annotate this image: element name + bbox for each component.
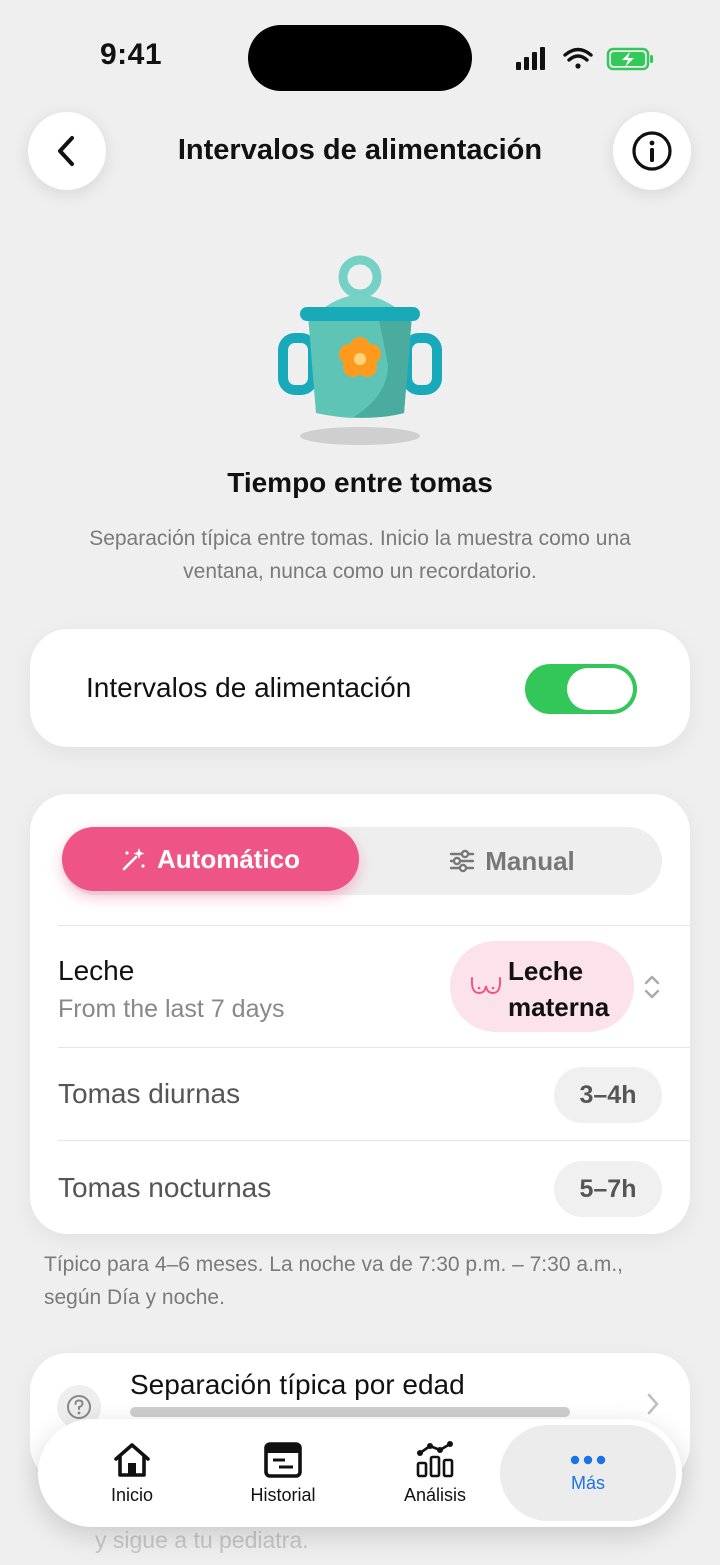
age-card-peek-text: y sigue a tu pediatra. <box>95 1527 309 1553</box>
tab-bar: Inicio Historial Análisis Más <box>38 1419 682 1527</box>
age-card-subtitle-peek <box>130 1407 570 1417</box>
tab-analisis-label: Análisis <box>403 1484 467 1505</box>
day-feeds-value[interactable]: 3–4h <box>554 1067 662 1123</box>
tab-historial[interactable]: Historial <box>213 1419 353 1527</box>
tab-mas[interactable]: Más <box>500 1425 676 1521</box>
toggle-card: Intervalos de alimentación <box>30 629 690 747</box>
day-feeds-label: Tomas diurnas <box>58 1078 241 1109</box>
tab-historial-label: Historial <box>250 1484 316 1505</box>
toggle-knob <box>567 668 633 710</box>
chevron-updown-icon <box>644 975 660 999</box>
sippy-cup-illustration <box>278 255 442 445</box>
sliders-icon <box>450 849 475 873</box>
night-window-note: Típico para 4–6 meses. La noche va de 7:… <box>44 1253 624 1309</box>
section-description: Separación típica entre tomas. Inicio la… <box>89 527 631 583</box>
milk-row-title: Leche <box>58 955 135 986</box>
intervals-toggle[interactable] <box>525 664 637 714</box>
magic-wand-icon <box>122 848 145 871</box>
wifi-icon <box>563 47 593 69</box>
milk-row-subtitle: From the last 7 days <box>58 995 285 1023</box>
tab-inicio-label: Inicio <box>110 1484 154 1505</box>
toggle-label: Intervalos de alimentación <box>86 672 412 703</box>
chevron-right-icon <box>647 1393 659 1415</box>
battery-icon <box>606 47 653 71</box>
age-card-title: Separación típica por edad <box>130 1369 465 1400</box>
info-button[interactable] <box>613 112 691 190</box>
page-title: Intervalos de alimentación <box>177 134 543 166</box>
analytics-icon <box>416 1440 454 1477</box>
night-feeds-value[interactable]: 5–7h <box>554 1161 662 1217</box>
mode-manual-label: Manual <box>485 845 575 876</box>
tab-mas-label: Más <box>570 1472 605 1493</box>
history-icon <box>264 1441 302 1478</box>
tab-analisis[interactable]: Análisis <box>365 1419 505 1527</box>
info-icon <box>632 131 672 171</box>
status-time: 9:41 <box>100 38 163 71</box>
milk-type-row[interactable]: Leche From the last 7 days Leche materna <box>58 940 690 1046</box>
dynamic-island <box>248 25 472 91</box>
mode-segmented-control: Automático Manual <box>62 827 662 895</box>
section-heading: Tiempo entre tomas <box>227 467 493 498</box>
mode-manual-button[interactable]: Manual <box>362 827 662 895</box>
breast-icon <box>470 977 502 995</box>
milk-type-line2: materna <box>508 992 610 1022</box>
status-icons <box>516 47 653 71</box>
more-icon <box>570 1455 606 1464</box>
night-feeds-label: Tomas nocturnas <box>58 1172 272 1203</box>
mode-automatic-label: Automático <box>157 843 300 874</box>
night-feeds-row[interactable]: Tomas nocturnas 5–7h <box>58 1141 690 1233</box>
milk-type-label: Leche materna <box>508 953 609 1025</box>
divider <box>58 925 690 926</box>
tab-inicio[interactable]: Inicio <box>62 1419 202 1527</box>
milk-type-picker[interactable]: Leche materna <box>450 941 634 1032</box>
home-icon <box>114 1442 150 1477</box>
day-feeds-row[interactable]: Tomas diurnas 3–4h <box>58 1048 690 1140</box>
signal-icon <box>516 47 545 70</box>
mode-automatic-button[interactable]: Automático <box>62 827 359 891</box>
milk-type-line1: Leche <box>508 956 584 986</box>
